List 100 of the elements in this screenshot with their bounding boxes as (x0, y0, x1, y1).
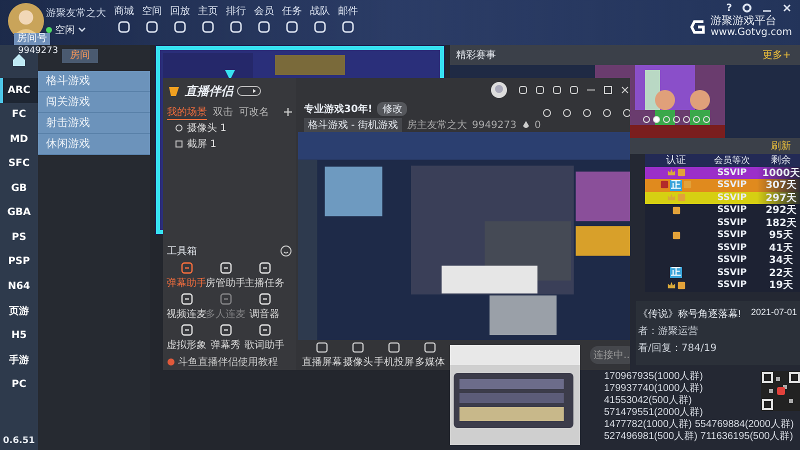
section-title: 精彩赛事 (456, 48, 496, 62)
table-cell-text: SSVIP (716, 218, 748, 228)
table-cell-text: SSVIP (716, 242, 748, 253)
heat-count: 0 (534, 120, 541, 130)
close-icon[interactable] (782, 3, 792, 13)
table-cell-text: 307天 (764, 179, 798, 192)
add-icon[interactable] (284, 108, 292, 116)
fire-icon (522, 121, 530, 129)
table-cell-text: SSVIP (716, 180, 748, 190)
room-number: 9949273 (18, 46, 58, 56)
column-header: 会员等次 (713, 154, 751, 167)
group-number: 41553042(500人群) (604, 394, 692, 406)
play-pill-icon[interactable] (237, 86, 261, 96)
nav-item[interactable]: 排行 (224, 4, 248, 33)
logo-icon (688, 18, 707, 36)
platform-tab[interactable]: GB (0, 176, 38, 200)
scene-tab[interactable]: 我的场景 (167, 104, 207, 120)
news-stats: 看/回复：784/19 (638, 342, 718, 354)
tool-button[interactable]: 弹幕秀 (206, 323, 245, 352)
tool-button[interactable]: 虚拟形象 (167, 323, 206, 352)
nav-item[interactable]: 主页 (196, 4, 220, 33)
group-number: 711636195(500人群) (700, 430, 794, 442)
id-badge-icon (676, 280, 686, 290)
action-button[interactable]: 多媒体 (415, 341, 445, 369)
nav-item[interactable]: 战队 (308, 4, 332, 33)
status-text[interactable]: 空闲 (55, 23, 75, 37)
tool-button[interactable]: 弹幕助手 (167, 261, 206, 290)
table-cell-text: 34天 (768, 254, 794, 268)
settings-icon[interactable] (742, 3, 752, 13)
action-button[interactable]: 直播屏幕 (302, 341, 342, 369)
platform-tab[interactable]: PS (0, 225, 38, 250)
nav-item[interactable]: 回放 (168, 4, 192, 33)
user-name: 游聚友常之大 (46, 6, 106, 20)
edit-button[interactable]: 修改 (377, 102, 408, 116)
help-button[interactable]: ? (726, 2, 732, 14)
platform-tab[interactable]: PSP (0, 250, 38, 274)
host-name: 房主友常之大 (406, 118, 467, 132)
table-cell-text: SSVIP (716, 168, 748, 178)
category-button[interactable]: 格斗游戏 - 街机游戏 (304, 118, 402, 132)
platform-tab[interactable]: MD (0, 127, 38, 152)
group-number: 170967935(1000人群) (604, 370, 703, 382)
app-icon (180, 261, 194, 275)
nav-item[interactable]: 空间 (140, 4, 164, 33)
tool-button[interactable]: 视频连麦 (167, 292, 206, 321)
group-number: 571479551(2000人群) (604, 406, 703, 418)
home-icon[interactable] (11, 52, 27, 68)
tool-button[interactable]: 歌词助手 (245, 323, 284, 352)
platform-tab[interactable]: 手游 (0, 348, 38, 372)
table-cell-text: 41天 (768, 242, 794, 255)
tutorial-link[interactable]: 斗鱼直播伴侣使用教程 (178, 355, 278, 369)
table-cell-text: SSVIP (716, 280, 748, 290)
refresh-link[interactable]: 刷新 (771, 139, 791, 153)
news-title[interactable]: 《传说》称号角逐落幕! (638, 306, 741, 320)
platform-tab[interactable]: PC (0, 372, 38, 396)
nav-item[interactable]: 会员 (252, 4, 276, 33)
table-cell-text: SSVIP (716, 230, 748, 240)
caret-icon[interactable] (78, 27, 86, 33)
column-header: 认证 (665, 154, 687, 168)
platform-tab[interactable]: H5 (0, 323, 38, 348)
scene-tab[interactable]: 可改名 (239, 105, 269, 119)
nav-item[interactable]: 任务 (280, 4, 304, 33)
group-number: 527496981(500人群) (604, 430, 698, 442)
news-date: 2021-07-01 (750, 306, 797, 318)
fish-logo-icon (167, 84, 181, 98)
table-cell-text: 19天 (768, 279, 794, 292)
smiley-icon[interactable] (280, 245, 292, 257)
scene-tab[interactable]: 双击 (213, 105, 233, 119)
action-button[interactable]: 摄像头 (343, 341, 373, 369)
platform-tab[interactable]: 页游 (0, 298, 38, 323)
verified-badge: 正 (670, 180, 682, 191)
stream-title: 专业游戏30年! (304, 102, 372, 116)
app-icon (258, 292, 272, 306)
qr-code-icon (761, 370, 800, 410)
source-item[interactable]: 摄像头 1 (167, 120, 292, 136)
room-label: 房间号 (14, 33, 50, 45)
platform-tab[interactable]: N64 (0, 274, 38, 298)
source-item[interactable]: 截屏 1 (167, 136, 292, 152)
app-icon (258, 261, 272, 275)
platform-tab[interactable]: GBA (0, 200, 38, 225)
platform-tab[interactable]: SFC (0, 152, 38, 176)
tool-button[interactable]: 房管助手 (206, 261, 245, 290)
crown-icon (666, 168, 676, 178)
platform-tab[interactable]: FC (0, 102, 38, 127)
action-button[interactable]: 手机投屏 (374, 341, 414, 369)
verified-badge: 正 (670, 267, 682, 278)
table-cell-text: 95天 (768, 229, 794, 242)
app-icon (218, 323, 232, 337)
group-number: 554769884(2000人群) (694, 418, 794, 430)
nav-item[interactable]: 邮件 (336, 4, 360, 33)
platform-tab[interactable]: ARC (0, 78, 38, 102)
app-icon (180, 323, 194, 337)
tool-button[interactable]: 调音器 (245, 292, 284, 321)
tool-button[interactable]: 主播任务 (245, 261, 284, 290)
version-label: 0.6.51 (3, 436, 35, 446)
column-header: 剩余 (770, 154, 792, 168)
toolbox-label: 工具箱 (167, 245, 197, 258)
more-link[interactable]: 更多+ (762, 48, 791, 62)
nav-item[interactable]: 商城 (112, 4, 136, 33)
square-icon (175, 140, 183, 148)
avatar[interactable] (491, 82, 507, 98)
